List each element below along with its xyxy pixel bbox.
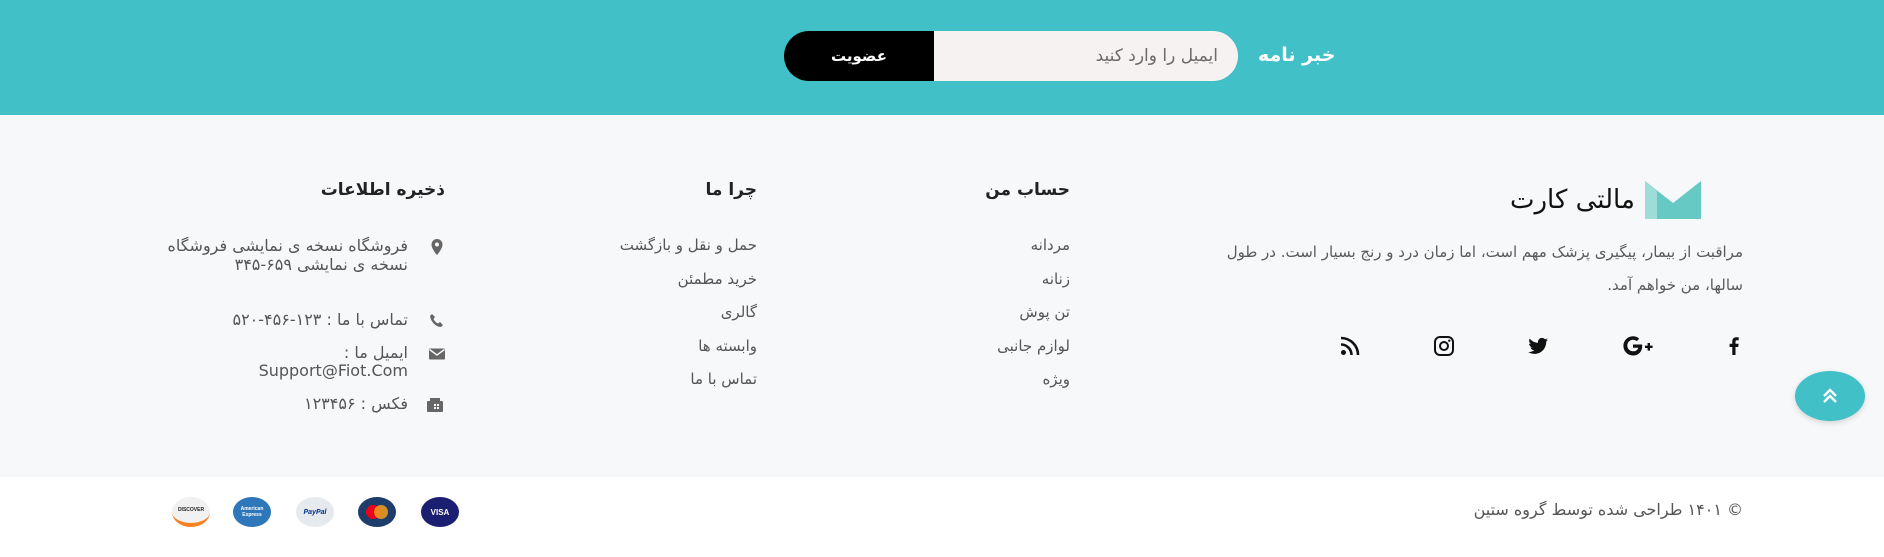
- fax-icon: [427, 398, 443, 412]
- store-address: فروشگاه نسخه ی نمایشی فروشگاه نسخه ی نما…: [167, 236, 408, 274]
- instagram-icon[interactable]: [1432, 334, 1456, 358]
- newsletter-email-input[interactable]: [934, 31, 1238, 81]
- why-us-title: چرا ما: [705, 180, 757, 200]
- visa-icon: VISA: [421, 497, 459, 527]
- newsletter-title: خبر نامه: [1258, 44, 1336, 66]
- scroll-to-top-button[interactable]: [1795, 371, 1865, 421]
- amex-icon: American Express: [233, 497, 271, 527]
- link-special[interactable]: ویژه: [850, 370, 1070, 388]
- amex-label: American Express: [240, 506, 264, 518]
- brand[interactable]: مالتی کارت: [1510, 181, 1701, 219]
- envelope-icon: [429, 348, 445, 360]
- paypal-label: PayPal: [303, 508, 327, 516]
- discover-label: DISCOVER: [177, 507, 205, 513]
- paypal-icon: PayPal: [296, 497, 334, 527]
- link-affiliates[interactable]: وابسته ها: [537, 337, 757, 355]
- link-accessories[interactable]: لوازم جانبی: [850, 337, 1070, 355]
- store-email[interactable]: Support@Fiot.Com: [148, 361, 408, 380]
- subscribe-button[interactable]: عضویت: [784, 31, 934, 81]
- link-shipping-returns[interactable]: حمل و نقل و بازگشت: [537, 236, 757, 254]
- my-account-title: حساب من: [985, 180, 1070, 200]
- facebook-icon[interactable]: [1722, 334, 1746, 358]
- brand-name: مالتی کارت: [1510, 185, 1635, 215]
- mastercard-circles-icon: [366, 505, 388, 519]
- double-chevron-up-icon: [1823, 388, 1837, 403]
- store-email-label: ایمیل ما :: [343, 343, 408, 362]
- twitter-icon[interactable]: [1526, 334, 1550, 358]
- phone-icon: [430, 314, 443, 327]
- brand-logo-icon: [1644, 181, 1701, 219]
- brand-description: مراقبت از بیمار، پیگیری پزشک مهم است، ام…: [1226, 243, 1743, 294]
- visa-label: VISA: [430, 507, 450, 517]
- link-gallery[interactable]: گالری: [537, 303, 757, 321]
- link-contact-us[interactable]: تماس با ما: [537, 370, 757, 388]
- mastercard-icon: [358, 497, 396, 527]
- discover-icon: DISCOVER: [172, 497, 210, 527]
- link-outerwear[interactable]: تن پوش: [850, 303, 1070, 321]
- link-secure-shopping[interactable]: خرید مطمئن: [537, 270, 757, 288]
- store-fax: فکس : ۱۲۳۴۵۶: [303, 394, 408, 413]
- store-info-title: ذخیره اطلاعات: [320, 180, 445, 200]
- newsletter-form: عضویت: [784, 31, 1238, 81]
- link-men[interactable]: مردانه: [850, 236, 1070, 254]
- copyright-text: © ۱۴۰۱ طراحی شده توسط گروه ستین: [1473, 500, 1743, 519]
- store-phone: تماس با ما : ۱۲۳-۴۵۶-۵۲۰: [232, 310, 408, 329]
- google-plus-icon[interactable]: [1622, 334, 1660, 358]
- location-pin-icon: [431, 239, 443, 255]
- rss-icon[interactable]: [1338, 334, 1362, 358]
- link-women[interactable]: زنانه: [850, 270, 1070, 288]
